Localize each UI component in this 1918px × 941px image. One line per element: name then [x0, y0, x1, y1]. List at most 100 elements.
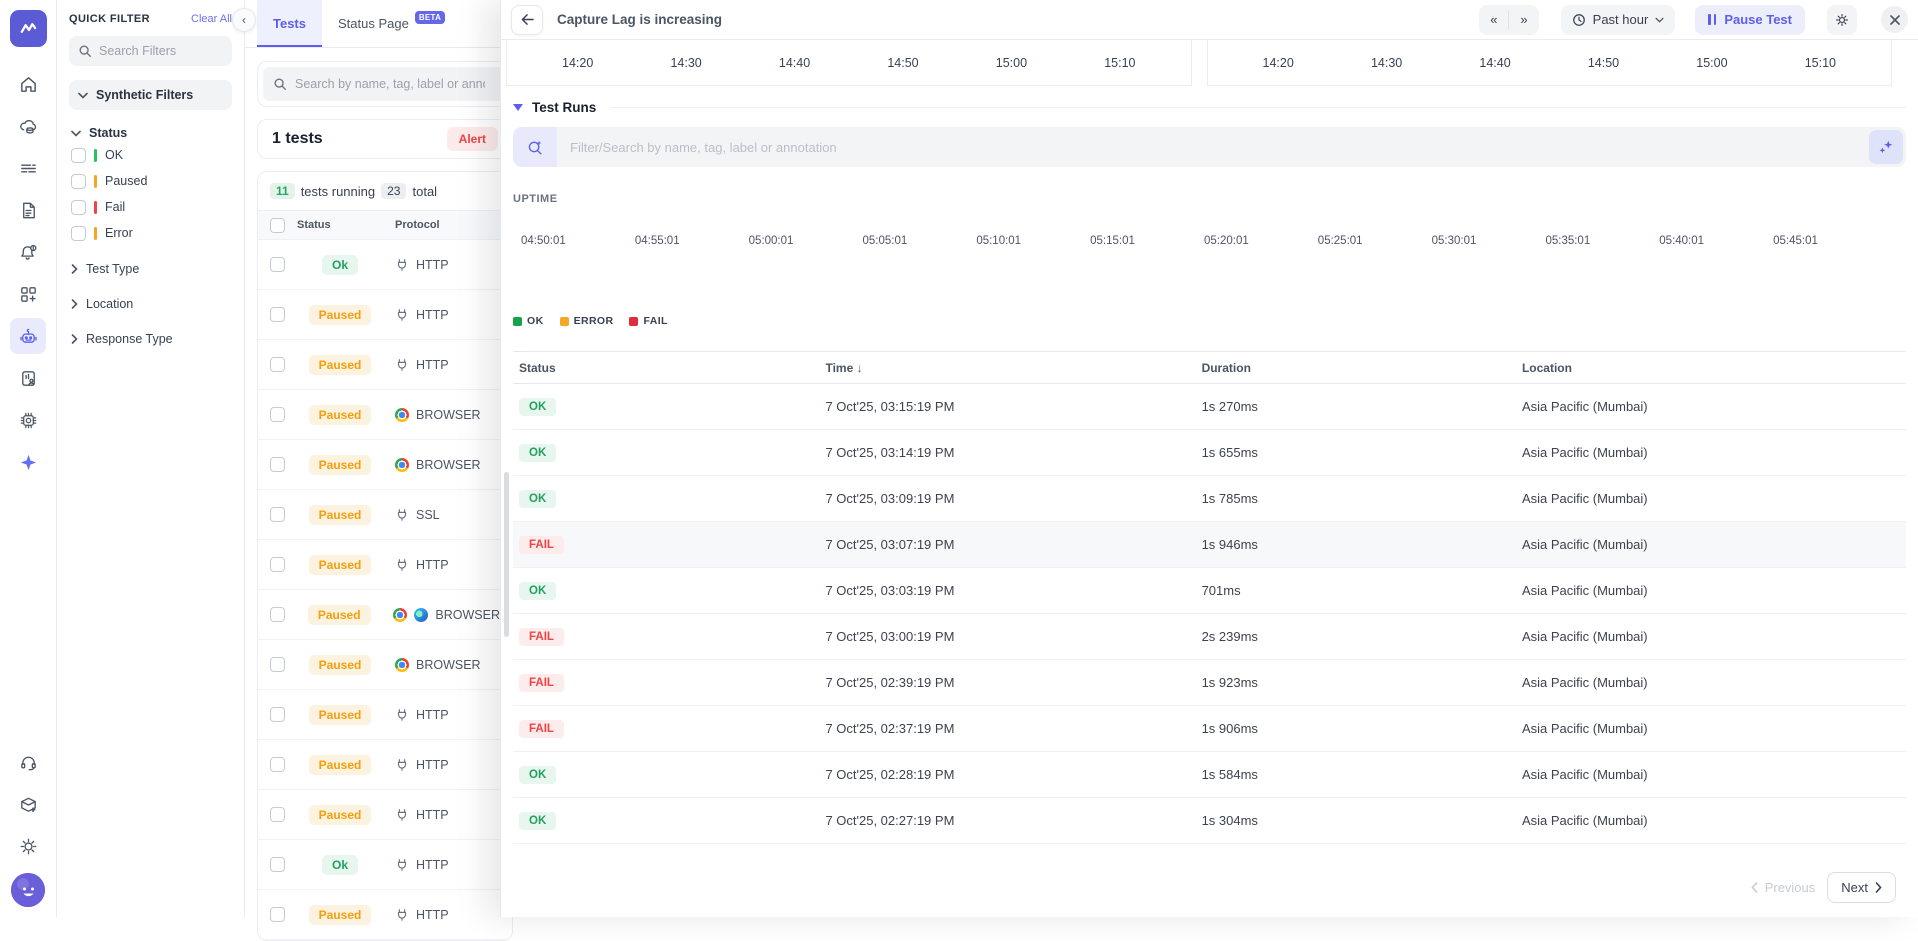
- filter-section-collapsed[interactable]: Location: [69, 292, 232, 316]
- tests-search-input[interactable]: [295, 77, 485, 91]
- run-row[interactable]: FAIL 7 Oct'25, 02:37:19 PM 1s 906ms Asia…: [513, 706, 1906, 752]
- shift-forward-button[interactable]: »: [1509, 5, 1538, 35]
- status-checkbox[interactable]: [71, 200, 86, 215]
- run-row[interactable]: OK 7 Oct'25, 02:27:19 PM 1s 304ms Asia P…: [513, 798, 1906, 844]
- run-row[interactable]: OK 7 Oct'25, 03:03:19 PM 701ms Asia Paci…: [513, 568, 1906, 614]
- row-checkbox[interactable]: [270, 907, 285, 922]
- run-row[interactable]: OK 7 Oct'25, 03:09:19 PM 1s 785ms Asia P…: [513, 476, 1906, 522]
- filter-section-collapsed[interactable]: Response Type: [69, 327, 232, 351]
- row-checkbox[interactable]: [270, 457, 285, 472]
- test-row[interactable]: Paused BROWSER: [258, 440, 512, 490]
- row-checkbox[interactable]: [270, 607, 285, 622]
- clear-all-link[interactable]: Clear All: [191, 13, 232, 25]
- row-checkbox[interactable]: [270, 257, 285, 272]
- row-checkbox[interactable]: [270, 657, 285, 672]
- filter-section-collapsed[interactable]: Test Type: [69, 257, 232, 281]
- test-row[interactable]: Ok HTTP: [258, 840, 512, 890]
- test-row[interactable]: Paused HTTP: [258, 690, 512, 740]
- app-logo[interactable]: [10, 10, 47, 47]
- beta-badge: BETA: [415, 11, 445, 24]
- row-checkbox[interactable]: [270, 857, 285, 872]
- rail-item-support[interactable]: [10, 744, 46, 780]
- row-checkbox[interactable]: [270, 707, 285, 722]
- test-row[interactable]: Paused BROWSER: [258, 640, 512, 690]
- test-row[interactable]: Paused BROWSER: [258, 590, 512, 640]
- rail-item-home[interactable]: [10, 66, 46, 102]
- status-option-row[interactable]: Fail: [69, 194, 232, 220]
- test-settings-button[interactable]: [1827, 5, 1857, 35]
- row-checkbox[interactable]: [270, 357, 285, 372]
- run-status-badge: FAIL: [519, 536, 564, 554]
- test-protocol-label: BROWSER: [435, 608, 500, 622]
- row-checkbox[interactable]: [270, 307, 285, 322]
- rail-item-infrastructure[interactable]: [10, 402, 46, 438]
- status-checkbox[interactable]: [71, 226, 86, 241]
- rail-item-rum[interactable]: [10, 360, 46, 396]
- runs-filter-input[interactable]: [557, 140, 1869, 155]
- collapse-filters-button[interactable]: ‹: [232, 8, 256, 32]
- synthetic-filters-section[interactable]: Synthetic Filters: [69, 80, 232, 110]
- total-count-badge: 23: [381, 183, 406, 199]
- tab-tests[interactable]: Tests: [257, 0, 322, 47]
- status-option-row[interactable]: Error: [69, 220, 232, 246]
- alert-bell-icon: [18, 242, 39, 263]
- alert-filter-badge[interactable]: Alert: [447, 127, 498, 151]
- row-checkbox[interactable]: [270, 807, 285, 822]
- test-row[interactable]: Paused HTTP: [258, 340, 512, 390]
- test-row[interactable]: Paused HTTP: [258, 290, 512, 340]
- column-time-sortable[interactable]: Time ↓: [819, 361, 1195, 375]
- rail-item-ai-assistant[interactable]: [10, 444, 46, 480]
- rail-item-logs[interactable]: [10, 150, 46, 186]
- status-option-row[interactable]: Paused: [69, 168, 232, 194]
- row-checkbox[interactable]: [270, 557, 285, 572]
- previous-page-button[interactable]: Previous: [1751, 880, 1816, 895]
- row-checkbox[interactable]: [270, 757, 285, 772]
- next-page-button[interactable]: Next: [1827, 872, 1896, 903]
- test-row[interactable]: Paused HTTP: [258, 740, 512, 790]
- overlay-scrollbar-thumb[interactable]: [504, 472, 509, 637]
- chart-panel-right[interactable]: 14:2014:3014:4014:5015:0015:10: [1207, 40, 1893, 86]
- status-section[interactable]: Status: [69, 124, 232, 142]
- test-row[interactable]: Paused HTTP: [258, 790, 512, 840]
- select-all-checkbox[interactable]: [270, 218, 285, 233]
- run-row[interactable]: OK 7 Oct'25, 02:28:19 PM 1s 584ms Asia P…: [513, 752, 1906, 798]
- run-row[interactable]: FAIL 7 Oct'25, 03:00:19 PM 2s 239ms Asia…: [513, 614, 1906, 660]
- back-button[interactable]: [511, 5, 543, 35]
- run-row[interactable]: FAIL 7 Oct'25, 03:07:19 PM 1s 946ms Asia…: [513, 522, 1906, 568]
- test-row[interactable]: Paused SSL: [258, 490, 512, 540]
- filter-search-input[interactable]: [99, 44, 209, 58]
- rail-item-documents[interactable]: [10, 192, 46, 228]
- filter-search-box[interactable]: [69, 36, 232, 66]
- test-row[interactable]: Paused BROWSER: [258, 390, 512, 440]
- time-range-dropdown[interactable]: Past hour: [1561, 5, 1676, 35]
- tests-search-box[interactable]: [263, 67, 507, 101]
- status-checkbox[interactable]: [71, 174, 86, 189]
- run-row[interactable]: OK 7 Oct'25, 03:15:19 PM 1s 270ms Asia P…: [513, 384, 1906, 430]
- rail-item-synthetic-monitoring[interactable]: [10, 318, 46, 354]
- chart-panel-left[interactable]: 14:2014:3014:4014:5015:0015:10: [506, 40, 1192, 86]
- rail-item-settings[interactable]: [10, 828, 46, 864]
- status-checkbox[interactable]: [71, 148, 86, 163]
- column-location: Location: [1516, 361, 1906, 375]
- pause-test-button[interactable]: Pause Test: [1695, 5, 1805, 35]
- ai-filter-button[interactable]: [1869, 130, 1903, 164]
- uptime-tick: 05:40:01: [1659, 235, 1704, 247]
- close-overlay-button[interactable]: [1881, 6, 1908, 33]
- test-row[interactable]: Ok HTTP: [258, 240, 512, 290]
- rail-item-services[interactable]: [10, 108, 46, 144]
- run-row[interactable]: OK 7 Oct'25, 03:14:19 PM 1s 655ms Asia P…: [513, 430, 1906, 476]
- avatar-smiley-icon: [11, 873, 45, 907]
- status-option-row[interactable]: OK: [69, 142, 232, 168]
- shift-back-button[interactable]: «: [1479, 5, 1508, 35]
- tab-status-page[interactable]: Status Page BETA: [322, 0, 461, 47]
- user-avatar[interactable]: [11, 873, 45, 907]
- test-row[interactable]: Paused HTTP: [258, 540, 512, 590]
- rail-item-alerts[interactable]: [10, 234, 46, 270]
- test-row[interactable]: Paused HTTP: [258, 890, 512, 940]
- run-row[interactable]: FAIL 7 Oct'25, 02:39:19 PM 1s 923ms Asia…: [513, 660, 1906, 706]
- rail-item-dashboards[interactable]: [10, 276, 46, 312]
- collapse-triangle-icon[interactable]: [513, 104, 523, 111]
- rail-item-integrations[interactable]: [10, 786, 46, 822]
- row-checkbox[interactable]: [270, 507, 285, 522]
- row-checkbox[interactable]: [270, 407, 285, 422]
